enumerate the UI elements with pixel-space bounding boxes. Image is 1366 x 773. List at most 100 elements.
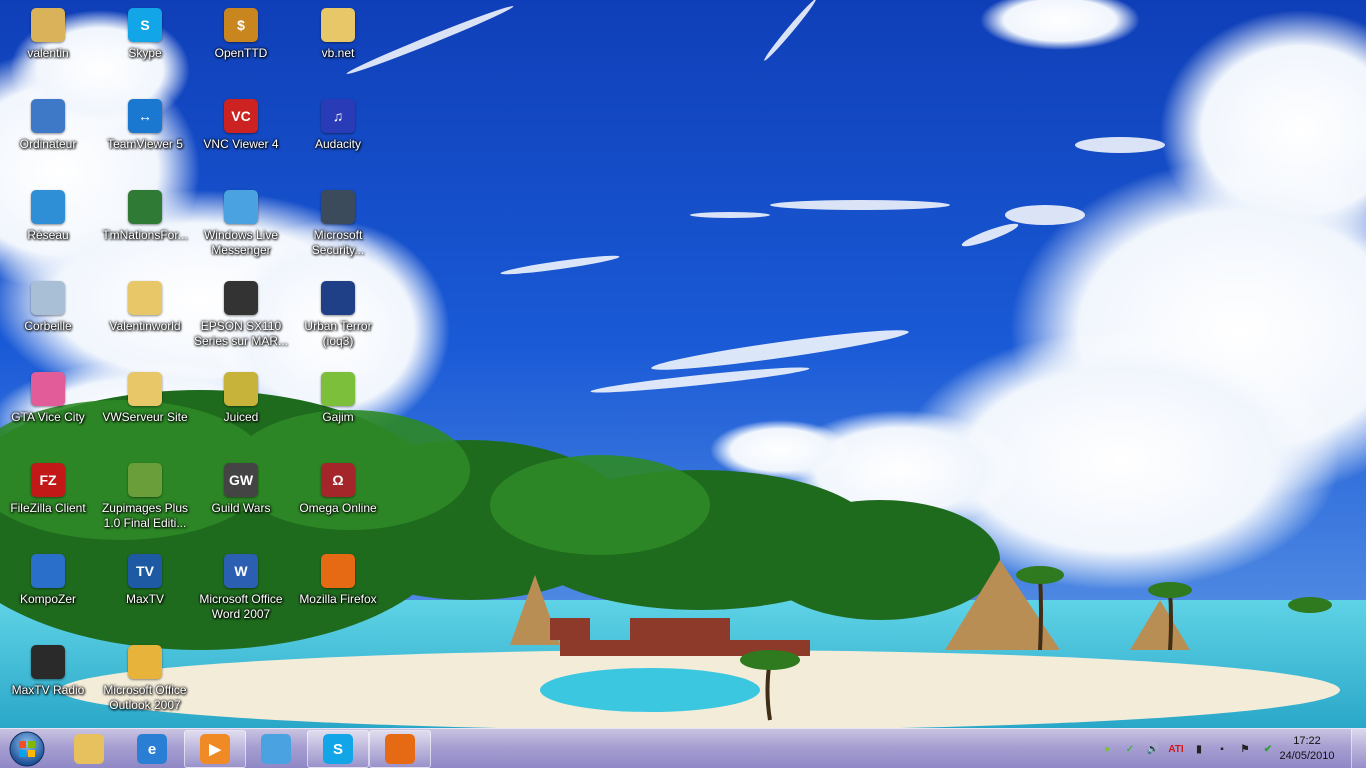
usb-device-icon[interactable]: ▪ xyxy=(1214,741,1230,757)
desktop-icon[interactable]: ♫ Audacity xyxy=(290,95,386,183)
taskbar: e ▶ S ● ✓ 🔊 ATI ▮ ▪ ⚑ ✔ 17:22 24/05/2010 xyxy=(0,728,1366,769)
desktop-icon[interactable]: Valentinworld xyxy=(97,277,193,365)
media-player-icon: ▶ xyxy=(200,734,230,764)
desktop-icon[interactable]: Gajim xyxy=(290,368,386,456)
desktop-icon[interactable]: valentin xyxy=(0,4,96,92)
start-button[interactable] xyxy=(2,730,52,768)
notification-area: ● ✓ 🔊 ATI ▮ ▪ ⚑ ✔ xyxy=(1099,739,1276,759)
desktop-icon-label: GTA Vice City xyxy=(11,410,85,424)
taskbar-button[interactable]: ▶ xyxy=(184,730,246,768)
desktop-icon[interactable]: W Microsoft Office Word 2007 xyxy=(193,550,289,638)
desktop-icon[interactable]: GTA Vice City xyxy=(0,368,96,456)
taskbar-button[interactable]: S xyxy=(307,730,369,768)
desktop-icon[interactable]: FZ FileZilla Client xyxy=(0,459,96,547)
gajim-tray-icon[interactable]: ● xyxy=(1099,741,1115,757)
desktop-icon[interactable]: KompoZer xyxy=(0,550,96,638)
filezilla-icon: FZ xyxy=(31,463,65,497)
outlook-icon xyxy=(128,645,162,679)
security-essentials-icon xyxy=(321,190,355,224)
desktop-icon[interactable]: Juiced xyxy=(193,368,289,456)
desktop-icon-label: Mozilla Firefox xyxy=(299,592,377,606)
guild-wars-icon: GW xyxy=(224,463,258,497)
tmnations-icon xyxy=(128,190,162,224)
desktop-icon-label: Ordinateur xyxy=(19,137,77,151)
openttd-icon: $ xyxy=(224,8,258,42)
gajim-icon xyxy=(321,372,355,406)
desktop-icon-label: TmNationsFor... xyxy=(102,228,188,242)
taskbar-button[interactable] xyxy=(245,730,307,768)
desktop-icon[interactable]: TmNationsFor... xyxy=(97,186,193,274)
desktop-icon-label: vb.net xyxy=(321,46,355,60)
desktop-icon[interactable]: TV MaxTV xyxy=(97,550,193,638)
windows-start-orb-icon xyxy=(9,731,45,767)
volume-icon[interactable]: 🔊 xyxy=(1145,741,1161,757)
action-center-flag-icon[interactable]: ⚑ xyxy=(1237,741,1253,757)
computer-icon xyxy=(31,99,65,133)
desktop-icon-label: Juiced xyxy=(223,410,259,424)
clock-time: 17:22 xyxy=(1293,735,1321,747)
taskbar-button[interactable]: e xyxy=(121,730,183,768)
desktop-icon-label: TeamViewer 5 xyxy=(107,137,183,151)
desktop-icon-label: Urban Terror (ioq3) xyxy=(304,319,372,348)
show-desktop-button[interactable] xyxy=(1351,729,1366,769)
desktop-icon-label: Gajim xyxy=(322,410,354,424)
desktop-icon-label: EPSON SX110 Series sur MAR... xyxy=(193,319,289,348)
desktop-icon[interactable]: Corbeille xyxy=(0,277,96,365)
clock-date: 24/05/2010 xyxy=(1279,750,1335,762)
desktop-icon[interactable]: Réseau xyxy=(0,186,96,274)
zupimages-icon xyxy=(128,463,162,497)
messenger-icon xyxy=(224,190,258,224)
desktop-icon[interactable]: Microsoft Security... xyxy=(290,186,386,274)
desktop-icon[interactable]: Zupimages Plus 1.0 Final Editi... xyxy=(97,459,193,547)
desktop-icon[interactable]: Microsoft Office Outlook 2007 xyxy=(97,641,193,729)
desktop-icon[interactable]: $ OpenTTD xyxy=(193,4,289,92)
desktop-icon[interactable]: Mozilla Firefox xyxy=(290,550,386,638)
desktop-icon[interactable]: vb.net xyxy=(290,4,386,92)
desktop-icon-label: Corbeille xyxy=(24,319,72,333)
desktop-icon[interactable]: VC VNC Viewer 4 xyxy=(193,95,289,183)
omega-online-icon: Ω xyxy=(321,463,355,497)
gta-vice-city-icon xyxy=(31,372,65,406)
recycle-bin-icon xyxy=(31,281,65,315)
desktop-icon-label: Guild Wars xyxy=(211,501,271,515)
desktop-icon[interactable]: ↔ TeamViewer 5 xyxy=(97,95,193,183)
desktop-icon-label: Windows Live Messenger xyxy=(203,228,279,257)
folder-icon xyxy=(128,372,162,406)
desktop-icon[interactable]: S Skype xyxy=(97,4,193,92)
urban-terror-icon xyxy=(321,281,355,315)
clock[interactable]: 17:22 24/05/2010 xyxy=(1272,734,1342,764)
desktop-icon[interactable]: Ordinateur xyxy=(0,95,96,183)
taskbar-button[interactable] xyxy=(58,730,120,768)
network-signal-icon[interactable]: ▮ xyxy=(1191,741,1207,757)
ati-icon[interactable]: ATI xyxy=(1168,741,1184,757)
security-check-icon[interactable]: ✓ xyxy=(1122,741,1138,757)
desktop-icon[interactable]: Ω Omega Online xyxy=(290,459,386,547)
desktop-icon-label: Réseau xyxy=(27,228,69,242)
desktop-icon[interactable]: MaxTV Radio xyxy=(0,641,96,729)
firefox-icon xyxy=(385,734,415,764)
desktop-icon-label: Microsoft Office Outlook 2007 xyxy=(103,683,187,712)
kompozer-icon xyxy=(31,554,65,588)
messenger-icon xyxy=(261,734,291,764)
desktop-icon-label: MaxTV xyxy=(125,592,164,606)
desktop-icon-label: Skype xyxy=(128,46,162,60)
juiced-icon xyxy=(224,372,258,406)
desktop-icon[interactable]: GW Guild Wars xyxy=(193,459,289,547)
desktop-icon-label: VNC Viewer 4 xyxy=(203,137,279,151)
folder-icon xyxy=(128,281,162,315)
folder-icon xyxy=(321,8,355,42)
user-folder-icon xyxy=(31,8,65,42)
desktop-icon[interactable]: Urban Terror (ioq3) xyxy=(290,277,386,365)
vnc-icon: VC xyxy=(224,99,258,133)
desktop-icon-label: Zupimages Plus 1.0 Final Editi... xyxy=(101,501,189,530)
skype-icon: S xyxy=(323,734,353,764)
desktop-icon[interactable]: VWServeur Site xyxy=(97,368,193,456)
desktop-icon-label: Microsoft Security... xyxy=(311,228,365,257)
desktop-icon-label: valentin xyxy=(27,46,69,60)
desktop-icon[interactable]: Windows Live Messenger xyxy=(193,186,289,274)
desktop-icon-label: FileZilla Client xyxy=(10,501,86,515)
maxtv-icon: TV xyxy=(128,554,162,588)
desktop-icon[interactable]: EPSON SX110 Series sur MAR... xyxy=(193,277,289,365)
taskbar-button[interactable] xyxy=(369,730,431,768)
printer-icon xyxy=(224,281,258,315)
